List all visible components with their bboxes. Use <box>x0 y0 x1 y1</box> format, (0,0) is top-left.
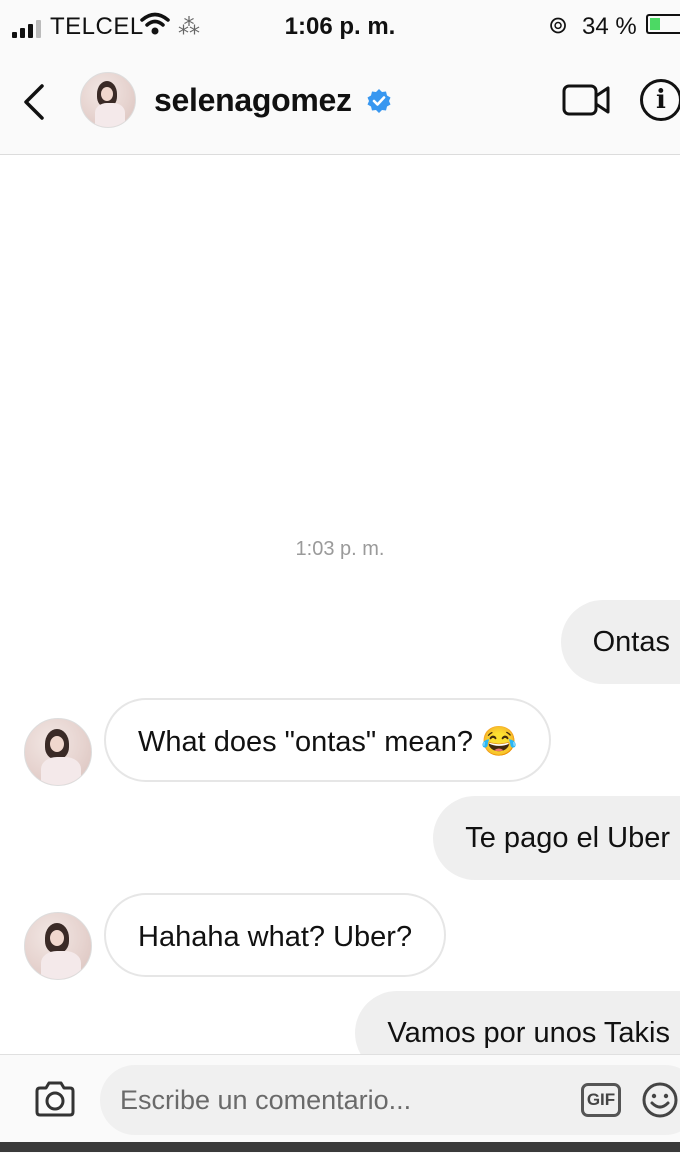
chat-timestamp: 1:03 p. m. <box>295 538 385 560</box>
camera-icon[interactable] <box>34 1081 76 1117</box>
gif-button[interactable]: GIF <box>581 1083 621 1117</box>
chat-username[interactable]: selenagomez <box>154 82 352 119</box>
comment-placeholder: Escribe un comentario... <box>120 1085 412 1115</box>
battery-icon <box>646 14 680 34</box>
home-indicator-bar <box>0 1142 680 1152</box>
video-call-icon[interactable] <box>562 82 612 118</box>
back-chevron-icon[interactable] <box>20 82 46 122</box>
message-composer: Escribe un comentario... GIF <box>0 1054 680 1153</box>
rotation-lock-icon: ⊚ <box>548 12 569 39</box>
incoming-message[interactable]: What does "ontas" mean? 😂 <box>104 698 552 782</box>
profile-avatar[interactable] <box>80 72 136 128</box>
battery-percent: 34 % <box>582 13 637 40</box>
sender-avatar[interactable] <box>24 718 92 786</box>
outgoing-message[interactable]: Te pago el Uber <box>433 796 680 880</box>
info-icon[interactable]: i <box>640 79 680 121</box>
battery-level-fill <box>650 18 660 30</box>
incoming-message[interactable]: Hahaha what? Uber? <box>104 893 447 977</box>
status-time: 1:06 p. m. <box>284 13 396 40</box>
emoji-icon[interactable] <box>641 1081 679 1119</box>
sender-avatar[interactable] <box>24 912 92 980</box>
outgoing-message[interactable]: Ontas <box>560 600 680 684</box>
verified-badge-icon <box>367 89 391 113</box>
status-bar: TELCEL ⁂ 1:06 p. m. ⊚ 34 % <box>0 0 680 52</box>
chat-header: selenagomez i <box>0 52 680 155</box>
